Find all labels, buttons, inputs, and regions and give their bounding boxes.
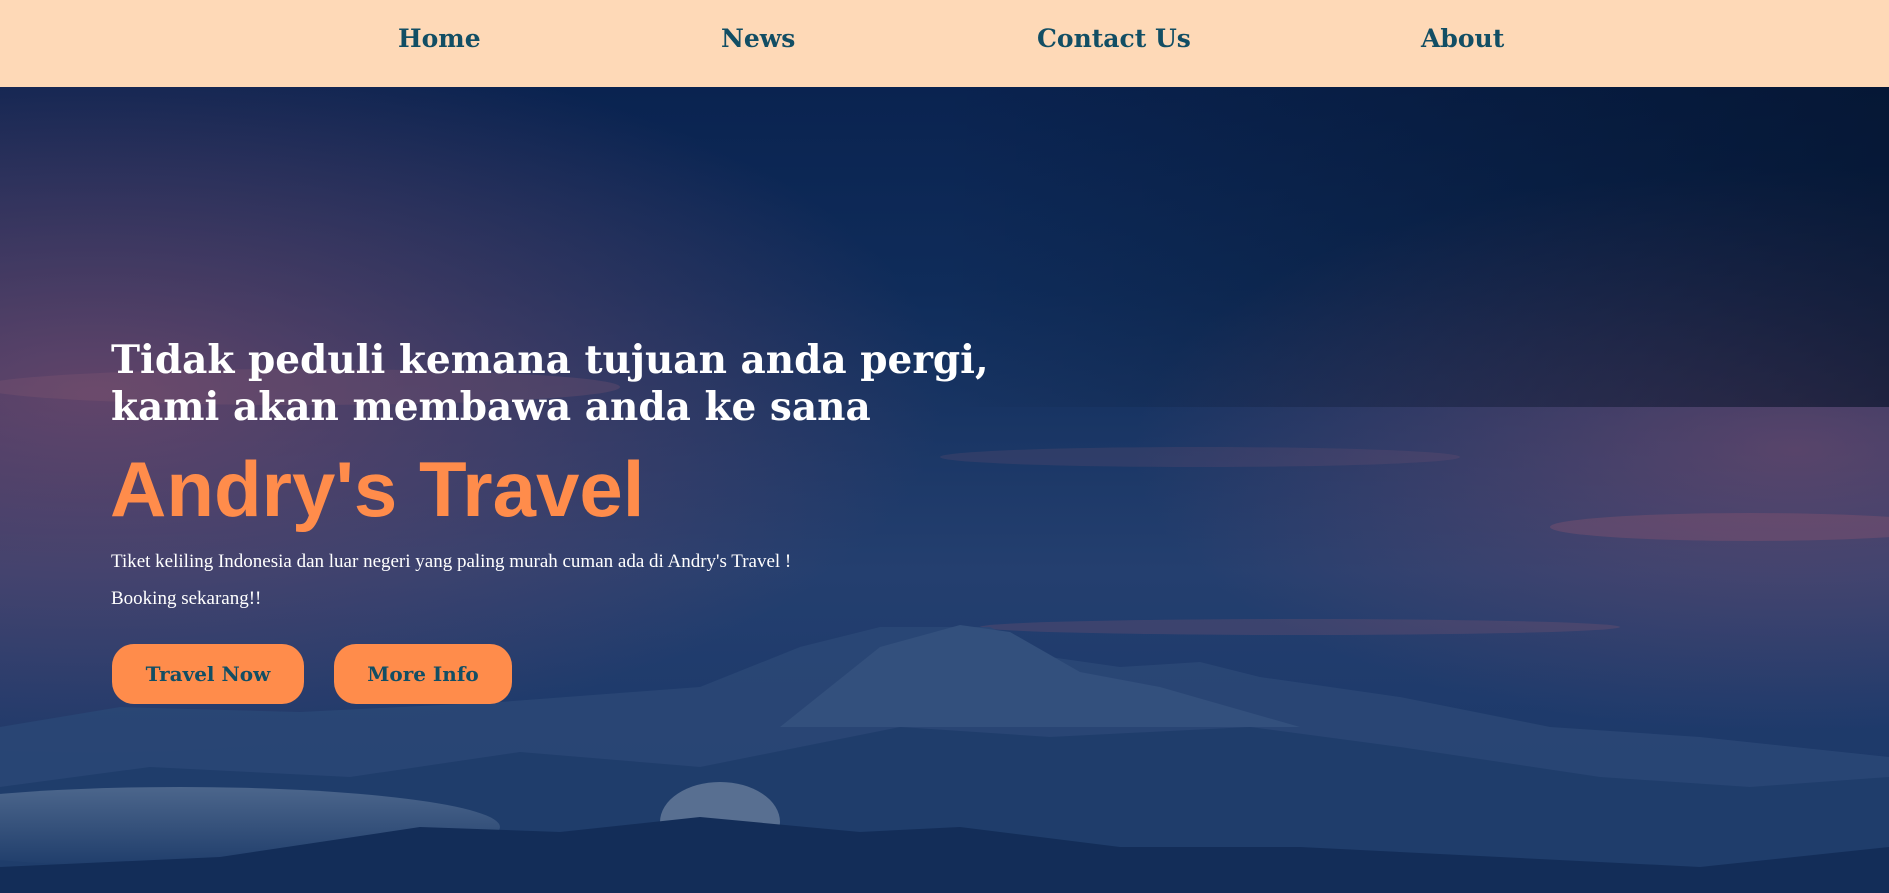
nav-link-home[interactable]: Home xyxy=(398,24,481,53)
more-info-button[interactable]: More Info xyxy=(334,644,512,704)
top-navigation-bar: Home News Contact Us About xyxy=(0,0,1889,87)
hero-description-line-2: Booking sekarang!! xyxy=(111,588,262,609)
hero-tagline: Tidak peduli kemana tujuan anda pergi, k… xyxy=(111,337,989,431)
hero-tagline-line-1: Tidak peduli kemana tujuan anda pergi, xyxy=(111,337,989,383)
nav-link-about[interactable]: About xyxy=(1421,24,1504,53)
hero-description: Tiket keliling Indonesia dan luar negeri… xyxy=(111,543,791,617)
hero-tagline-line-2: kami akan membawa anda ke sana xyxy=(111,384,871,430)
hero-description-line-1: Tiket keliling Indonesia dan luar negeri… xyxy=(111,551,792,572)
hero-section: Tidak peduli kemana tujuan anda pergi, k… xyxy=(0,87,1889,893)
brand-title: Andry's Travel xyxy=(110,445,645,533)
travel-now-button[interactable]: Travel Now xyxy=(112,644,304,704)
nav-link-contact-us[interactable]: Contact Us xyxy=(1037,24,1191,53)
nav-link-news[interactable]: News xyxy=(721,24,795,53)
